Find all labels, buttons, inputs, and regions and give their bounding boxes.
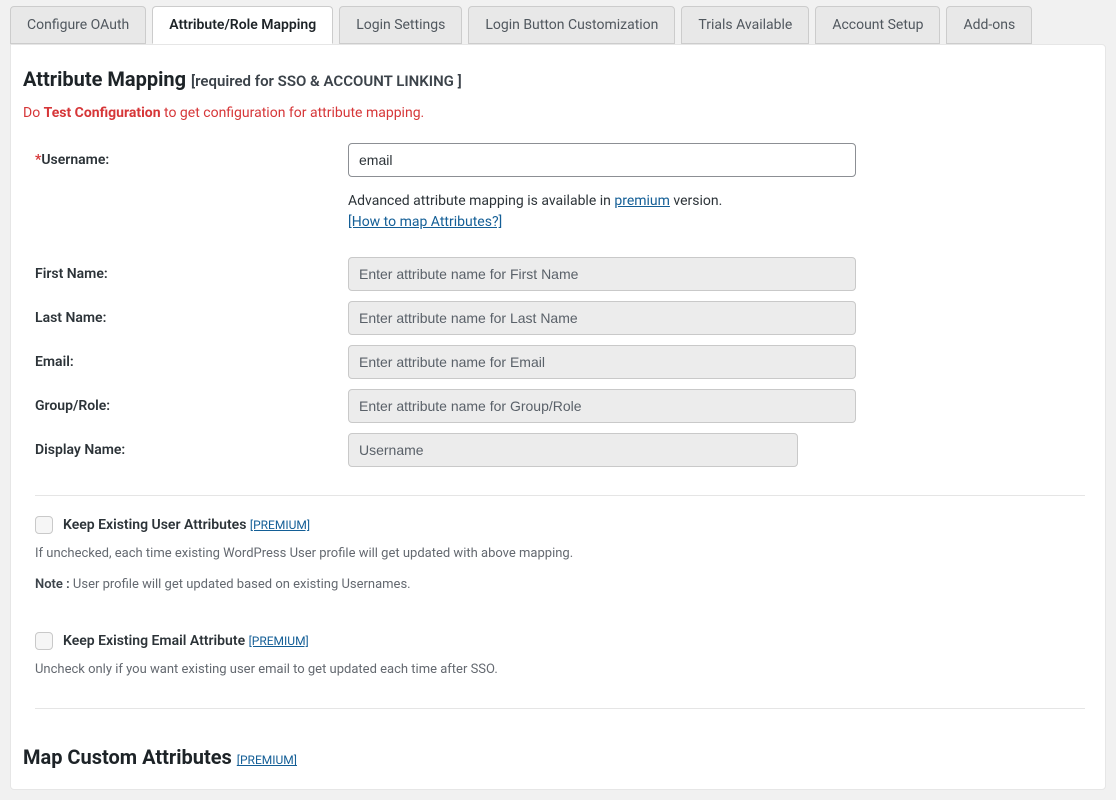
keep-existing-attrs-label: Keep Existing User Attributes [PREMIUM] (63, 517, 310, 533)
premium-tag[interactable]: [PREMIUM] (250, 518, 310, 532)
separator (35, 495, 1085, 496)
premium-link[interactable]: premium (614, 193, 670, 209)
first-name-label: First Name: (23, 266, 348, 282)
section-title-text: Attribute Mapping (23, 67, 186, 91)
tab-trials-available[interactable]: Trials Available (681, 6, 809, 44)
email-label: Email: (23, 354, 348, 370)
settings-panel: Attribute Mapping [required for SSO & AC… (10, 44, 1106, 790)
tab-add-ons[interactable]: Add-ons (946, 6, 1032, 44)
keep-existing-attrs-hint: If unchecked, each time existing WordPre… (23, 544, 1085, 565)
premium-info: Advanced attribute mapping is available … (348, 191, 1085, 233)
test-config-hint: Do Test Configuration to get configurati… (23, 105, 1085, 121)
keep-existing-email-label: Keep Existing Email Attribute [PREMIUM] (63, 633, 309, 649)
keep-existing-email-checkbox[interactable] (35, 632, 53, 650)
username-input[interactable] (348, 143, 856, 177)
tab-configure-oauth[interactable]: Configure OAuth (10, 6, 146, 44)
email-input (348, 345, 856, 379)
premium-tag[interactable]: [PREMIUM] (249, 634, 309, 648)
last-name-label: Last Name: (23, 310, 348, 326)
custom-attrs-title: Map Custom Attributes [PREMIUM] (23, 745, 1085, 769)
tab-login-button-customization[interactable]: Login Button Customization (468, 6, 675, 44)
display-name-label: Display Name: (23, 442, 348, 458)
section-title: Attribute Mapping [required for SSO & AC… (23, 67, 1085, 91)
keep-existing-attrs-note: Note : User profile will get updated bas… (23, 575, 1085, 596)
display-name-input (348, 433, 798, 467)
tab-bar: Configure OAuth Attribute/Role Mapping L… (0, 0, 1116, 44)
username-label: *Username: (23, 152, 348, 168)
how-to-map-link[interactable]: [How to map Attributes?] (348, 214, 502, 230)
first-name-input (348, 257, 856, 291)
tab-account-setup[interactable]: Account Setup (815, 6, 940, 44)
separator (35, 708, 1085, 709)
section-subtitle: [required for SSO & ACCOUNT LINKING ] (191, 72, 462, 90)
group-role-label: Group/Role: (23, 398, 348, 414)
keep-existing-attrs-checkbox[interactable] (35, 516, 53, 534)
group-role-input (348, 389, 856, 423)
tab-attribute-role-mapping[interactable]: Attribute/Role Mapping (152, 6, 333, 44)
last-name-input (348, 301, 856, 335)
keep-existing-email-hint: Uncheck only if you want existing user e… (23, 660, 1085, 681)
premium-tag[interactable]: [PREMIUM] (237, 753, 297, 767)
tab-login-settings[interactable]: Login Settings (339, 6, 462, 44)
